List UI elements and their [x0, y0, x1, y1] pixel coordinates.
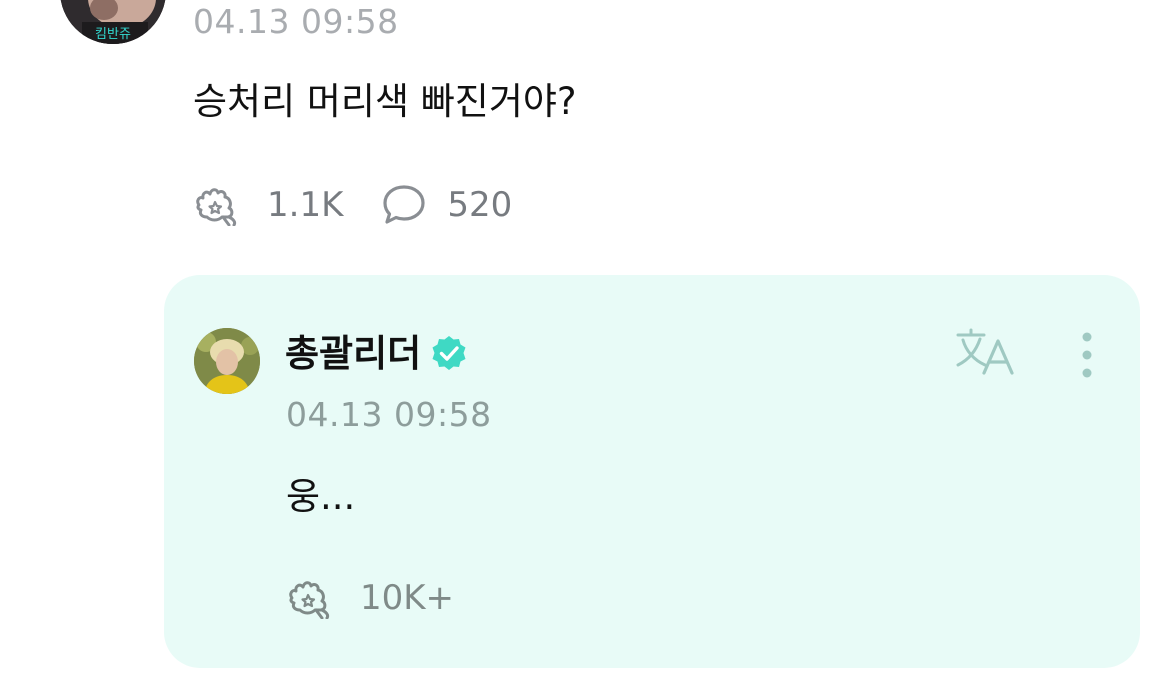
reply-content: 웅...	[286, 475, 356, 518]
reaction-hand-icon	[286, 577, 338, 619]
reply-stats-bar: 10K+	[286, 575, 454, 621]
verified-badge-icon	[429, 334, 469, 374]
comment-thread: 킴반쥬 04.13 09:58 승처리 머리색 빠진거야? 1.1K 520 총…	[0, 0, 1170, 685]
reply-author-name[interactable]: 총괄리더	[285, 331, 421, 377]
post-stats-bar: 1.1K 520	[193, 182, 512, 228]
post-timestamp: 04.13 09:58	[193, 2, 399, 41]
post-comment-button[interactable]: 520	[381, 182, 512, 228]
avatar-caption: 킴반쥬	[95, 27, 131, 42]
reply-like-count: 10K+	[360, 578, 455, 618]
post-like-count: 1.1K	[267, 185, 344, 225]
translate-icon[interactable]	[954, 327, 1018, 381]
post-comment-count: 520	[447, 185, 513, 225]
speech-bubble-icon	[381, 183, 427, 227]
artist-reply-card: 총괄리더 04.13 09:58 웅... 10K+	[164, 275, 1140, 668]
reply-timestamp: 04.13 09:58	[286, 395, 492, 434]
post-author-avatar[interactable]: 킴반쥬	[60, 0, 166, 44]
post-content: 승처리 머리색 빠진거야?	[193, 80, 577, 123]
post-like-button[interactable]: 1.1K	[193, 182, 343, 228]
reply-like-button[interactable]: 10K+	[286, 575, 454, 621]
reply-author-avatar[interactable]	[194, 328, 260, 394]
reply-author-row: 총괄리더	[285, 331, 469, 377]
more-vertical-icon[interactable]	[1072, 329, 1102, 381]
reaction-hand-icon	[193, 184, 245, 226]
